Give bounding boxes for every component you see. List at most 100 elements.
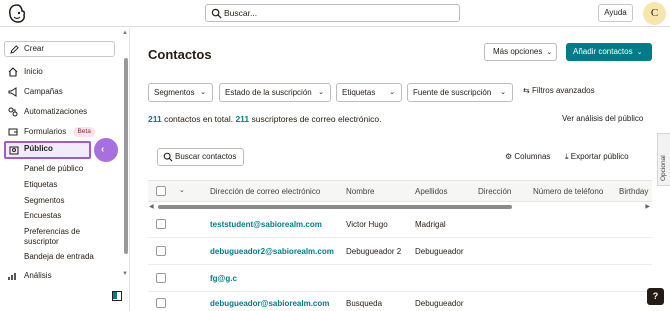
- megaphone-icon: [8, 87, 17, 97]
- search-icon: [163, 152, 173, 162]
- chevron-down-icon: ⌄: [318, 89, 324, 96]
- chevron-down-icon: ⌄: [389, 89, 395, 96]
- scrollbar-thumb[interactable]: [158, 205, 512, 209]
- sidebar-subitem-etiquetas[interactable]: Etiquetas: [24, 180, 57, 190]
- view-analysis-link[interactable]: Ver análisis del público: [562, 114, 643, 123]
- help-button[interactable]: Ayuda: [598, 4, 633, 22]
- table-row[interactable]: teststudent@sabiorealm.com Victor Hugo M…: [148, 211, 652, 238]
- columns-label: Columnas: [514, 152, 551, 161]
- sidebar-scrollbar[interactable]: [124, 58, 128, 254]
- row-email[interactable]: fg@g.c: [210, 274, 237, 283]
- column-header-apellidos[interactable]: Apellidos: [415, 187, 447, 196]
- filters-icon: ⇆: [523, 86, 532, 95]
- row-email[interactable]: debugueador2@sabiorealm.com: [210, 247, 334, 256]
- toggle-panel-icon[interactable]: [112, 291, 122, 301]
- scroll-right-arrow-icon[interactable]: ▶: [645, 203, 650, 210]
- advanced-filters-link[interactable]: ⇆ Filtros avanzados: [523, 86, 595, 95]
- sidebar-item-label: Formularios: [24, 127, 67, 136]
- total-count: 211: [148, 114, 162, 124]
- column-header-email[interactable]: Dirección de correo electrónico: [210, 187, 320, 196]
- chevron-down-icon[interactable]: ⌄: [179, 186, 185, 194]
- scroll-down-arrow-icon[interactable]: ▼: [122, 271, 128, 277]
- sidebar-item-publico[interactable]: Público: [4, 141, 91, 159]
- scroll-left-arrow-icon[interactable]: ◀: [149, 203, 154, 210]
- form-icon: [8, 128, 18, 136]
- collapse-sidebar-button[interactable]: ‹: [94, 138, 118, 162]
- select-all-checkbox[interactable]: [156, 186, 166, 196]
- sidebar-item-label: Campañas: [24, 87, 63, 96]
- columns-button[interactable]: ⚙ Columnas: [505, 152, 550, 161]
- sidebar-subitem-segmentos[interactable]: Segmentos: [24, 196, 64, 206]
- sidebar-subitem-panel[interactable]: Panel de público: [24, 164, 83, 174]
- search-placeholder: Buscar...: [224, 8, 258, 18]
- help-question-icon[interactable]: ?: [647, 288, 664, 305]
- top-bar: Buscar... Ayuda C: [0, 0, 670, 27]
- sidebar-item-campanas[interactable]: Campañas: [8, 85, 63, 99]
- table-header: ⌄ Dirección de correo electrónico Nombre…: [148, 180, 652, 202]
- summary-text-1: contactos en total.: [161, 114, 236, 124]
- table-horizontal-scrollbar[interactable]: ◀ ▶: [148, 203, 652, 211]
- sidebar-item-label: Análisis: [24, 271, 52, 280]
- table-row[interactable]: debugueador@sabiorealm.com Busqueda Debu…: [148, 292, 652, 311]
- column-header-birthday[interactable]: Birthday: [619, 187, 648, 196]
- table-row[interactable]: fg@g.c: [148, 265, 652, 292]
- sidebar-item-analisis[interactable]: Análisis: [8, 269, 52, 283]
- sidebar-item-inicio[interactable]: Inicio: [8, 65, 43, 79]
- row-email[interactable]: teststudent@sabiorealm.com: [210, 220, 322, 229]
- summary-text-2: suscriptores de correo electrónico.: [249, 114, 382, 124]
- row-first-name: Victor Hugo: [346, 220, 388, 229]
- sidebar-item-automatizaciones[interactable]: Automatizaciones: [8, 105, 87, 119]
- filter-etiquetas[interactable]: Etiquetas ⌄: [336, 83, 402, 102]
- sidebar-item-label: Público: [24, 144, 53, 153]
- filter-label: Etiquetas: [342, 88, 376, 97]
- row-first-name: Debugueador 2: [346, 247, 402, 256]
- contacts-summary: 211 contactos en total. 211 suscriptores…: [148, 114, 381, 124]
- filter-label: Fuente de suscripción: [413, 88, 492, 97]
- row-checkbox[interactable]: [156, 246, 166, 256]
- table-row[interactable]: debugueador2@sabiorealm.com Debugueador …: [148, 238, 652, 265]
- global-search-input[interactable]: Buscar...: [205, 4, 460, 22]
- sidebar-subitem-encuestas[interactable]: Encuestas: [24, 211, 61, 221]
- chevron-down-icon: ⌄: [200, 89, 206, 96]
- chevron-down-icon: ⌄: [636, 49, 643, 56]
- filter-estado-suscripcion[interactable]: Estado de la suscripción ⌄: [219, 83, 331, 102]
- add-contacts-label: Añadir contactos: [573, 47, 633, 56]
- row-checkbox[interactable]: [156, 298, 166, 308]
- export-label: Exportar público: [570, 152, 629, 161]
- column-header-direccion[interactable]: Dirección: [478, 187, 511, 196]
- chart-icon: [8, 273, 16, 280]
- filter-segmentos[interactable]: Segmentos ⌄: [148, 83, 213, 102]
- sidebar-subitem-bandeja[interactable]: Bandeja de entrada: [24, 252, 94, 262]
- advanced-filters-label: Filtros avanzados: [531, 86, 595, 95]
- export-audience-button[interactable]: ⤓ Exportar público: [565, 152, 629, 162]
- pencil-icon: [10, 45, 19, 54]
- user-avatar[interactable]: C: [643, 2, 666, 25]
- search-contacts-label: Buscar contactos: [175, 152, 237, 161]
- filter-label: Segmentos: [154, 88, 195, 97]
- row-email[interactable]: debugueador@sabiorealm.com: [210, 299, 329, 308]
- chevron-left-icon: ‹: [101, 144, 105, 155]
- row-last-name: Madrigal: [415, 220, 446, 229]
- beta-badge: Beta: [73, 126, 95, 137]
- more-options-button[interactable]: Más opciones ⌄: [484, 43, 557, 61]
- row-checkbox[interactable]: [156, 273, 166, 283]
- row-last-name: Debugueador: [415, 299, 464, 308]
- chevron-down-icon: ⌄: [546, 49, 553, 56]
- filter-label: Estado de la suscripción: [225, 88, 312, 97]
- sidebar-item-label: Inicio: [24, 67, 43, 76]
- create-label: Crear: [24, 44, 45, 53]
- row-checkbox[interactable]: [156, 219, 166, 229]
- create-button[interactable]: Crear: [4, 41, 115, 57]
- filter-fuente-suscripcion[interactable]: Fuente de suscripción ⌄: [407, 83, 513, 102]
- add-contacts-button[interactable]: Añadir contactos ⌄: [566, 43, 652, 61]
- sidebar-item-formularios[interactable]: Formularios Beta: [8, 125, 95, 139]
- column-header-telefono[interactable]: Número de teléfono: [533, 187, 603, 196]
- optional-side-tab[interactable]: Opcional: [657, 133, 670, 186]
- search-contacts-button[interactable]: Buscar contactos: [157, 148, 244, 166]
- column-header-nombre[interactable]: Nombre: [346, 187, 374, 196]
- mailchimp-logo-icon[interactable]: [6, 3, 28, 25]
- audience-icon: [9, 146, 19, 155]
- search-icon: [211, 8, 222, 19]
- sidebar-subitem-preferencias[interactable]: Preferencias de suscriptor: [24, 227, 109, 247]
- scroll-up-arrow-icon[interactable]: ▲: [122, 30, 128, 36]
